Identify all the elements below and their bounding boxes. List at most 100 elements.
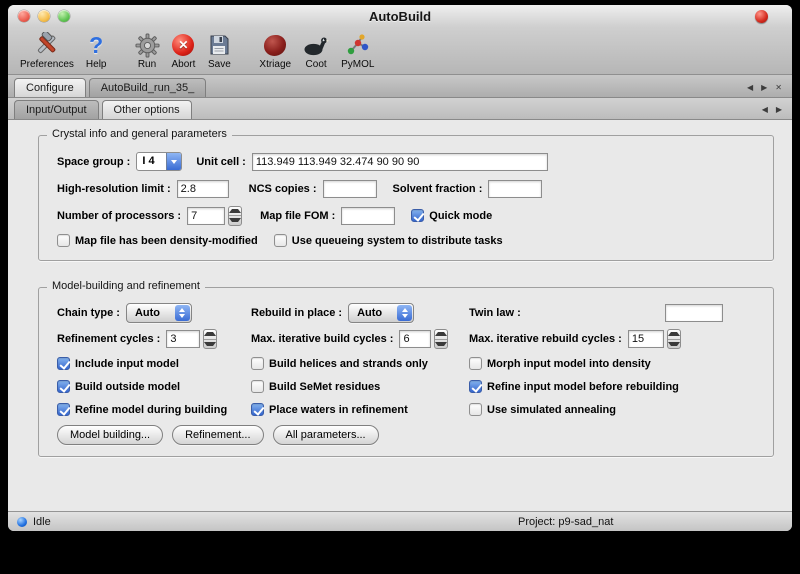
refinement-button[interactable]: Refinement...: [172, 425, 263, 445]
semet-check-row[interactable]: Build SeMet residues: [251, 380, 469, 393]
model-building-button[interactable]: Model building...: [57, 425, 163, 445]
stepper-up-icon[interactable]: [435, 330, 447, 340]
stepper-up-icon[interactable]: [668, 330, 680, 340]
toolbar: Preferences ? Help Run: [8, 27, 792, 75]
processors-stepper[interactable]: [228, 206, 242, 226]
stepper-down-icon[interactable]: [204, 340, 216, 349]
stepper-down-icon[interactable]: [668, 340, 680, 349]
build-cycles-input[interactable]: [399, 330, 431, 348]
chain-type-value: Auto: [135, 307, 160, 319]
rebuild-cycles-stepper[interactable]: [667, 329, 681, 349]
refinement-cycles-input[interactable]: [166, 330, 200, 348]
subtab-scroll-left-icon[interactable]: ◀: [762, 105, 768, 115]
morph-input-check-row[interactable]: Morph input model into density: [469, 357, 761, 370]
toolbar-button-save[interactable]: Save: [201, 28, 237, 72]
titlebar-alert-icon[interactable]: [755, 10, 768, 23]
toolbar-button-help[interactable]: ? Help: [80, 28, 113, 72]
rebuild-cycles-cell: Max. iterative rebuild cycles :: [469, 329, 761, 349]
window-title: AutoBuild: [8, 9, 792, 24]
tab-configure[interactable]: Configure: [14, 78, 86, 97]
subtab-scroll-right-icon[interactable]: ▶: [776, 105, 782, 115]
twin-law-input[interactable]: [665, 304, 723, 322]
semet-label: Build SeMet residues: [269, 381, 380, 393]
map-fom-label: Map file FOM :: [260, 210, 335, 222]
rebuild-cycles-input[interactable]: [628, 330, 664, 348]
status-bar: Idle Project: p9-sad_nat: [8, 511, 792, 531]
place-waters-check-row[interactable]: Place waters in refinement: [251, 403, 469, 416]
rebuild-cycles-label: Max. iterative rebuild cycles :: [469, 333, 622, 345]
toolbar-button-pymol[interactable]: PyMOL: [335, 28, 380, 72]
popup-arrows-icon: [175, 305, 190, 321]
toolbar-button-abort[interactable]: ✕ Abort: [166, 28, 202, 72]
density-modified-checkbox[interactable]: [57, 234, 70, 247]
place-waters-label: Place waters in refinement: [269, 404, 408, 416]
place-waters-checkbox[interactable]: [251, 403, 264, 416]
build-cycles-stepper[interactable]: [434, 329, 448, 349]
high-res-input[interactable]: [177, 180, 229, 198]
simulated-annealing-checkbox[interactable]: [469, 403, 482, 416]
toolbar-button-xtriage[interactable]: Xtriage: [253, 28, 297, 72]
refine-during-checkbox[interactable]: [57, 403, 70, 416]
solvent-fraction-input[interactable]: [488, 180, 542, 198]
refine-before-checkbox[interactable]: [469, 380, 482, 393]
quick-mode-checkbox[interactable]: [411, 209, 424, 222]
refinement-cycles-stepper[interactable]: [203, 329, 217, 349]
quick-mode-check-row[interactable]: Quick mode: [411, 209, 492, 222]
stepper-down-icon[interactable]: [435, 340, 447, 349]
map-fom-input[interactable]: [341, 207, 395, 225]
build-helices-checkbox[interactable]: [251, 357, 264, 370]
toolbar-button-coot[interactable]: Coot: [297, 28, 335, 72]
run-gear-icon: [135, 31, 160, 59]
refinement-cycles-cell: Refinement cycles :: [57, 329, 251, 349]
zoom-button[interactable]: [58, 10, 70, 22]
ncs-copies-input[interactable]: [323, 180, 377, 198]
space-group-combobox[interactable]: I 4: [136, 152, 182, 171]
tab-other-options[interactable]: Other options: [102, 100, 192, 119]
tab-autobuild-run[interactable]: AutoBuild_run_35_: [89, 78, 207, 97]
help-icon: ?: [89, 31, 103, 59]
include-input-model-check-row[interactable]: Include input model: [57, 357, 251, 370]
queueing-check-row[interactable]: Use queueing system to distribute tasks: [274, 234, 503, 247]
unit-cell-input[interactable]: [252, 153, 548, 171]
refine-before-label: Refine input model before rebuilding: [487, 381, 679, 393]
build-outside-checkbox[interactable]: [57, 380, 70, 393]
tab-scroll-right-icon[interactable]: ▶: [761, 83, 767, 93]
twin-law-cell: Twin law :: [469, 304, 761, 322]
rebuild-in-place-label: Rebuild in place :: [251, 307, 342, 319]
queueing-checkbox[interactable]: [274, 234, 287, 247]
title-bar[interactable]: AutoBuild: [8, 5, 792, 27]
tab-close-icon[interactable]: ✕: [775, 83, 782, 93]
build-cycles-label: Max. iterative build cycles :: [251, 333, 393, 345]
space-group-dropdown-icon[interactable]: [166, 153, 181, 170]
simulated-annealing-check-row[interactable]: Use simulated annealing: [469, 403, 761, 416]
processors-input[interactable]: [187, 207, 225, 225]
semet-checkbox[interactable]: [251, 380, 264, 393]
refine-before-check-row[interactable]: Refine input model before rebuilding: [469, 380, 761, 393]
build-helices-check-row[interactable]: Build helices and strands only: [251, 357, 469, 370]
toolbar-label: Help: [86, 59, 107, 71]
toolbar-label: Run: [138, 59, 156, 71]
include-input-model-checkbox[interactable]: [57, 357, 70, 370]
morph-input-checkbox[interactable]: [469, 357, 482, 370]
chain-type-popup[interactable]: Auto: [126, 303, 192, 323]
close-button[interactable]: [18, 10, 30, 22]
stepper-up-icon[interactable]: [229, 207, 241, 217]
stepper-down-icon[interactable]: [229, 216, 241, 225]
queueing-label: Use queueing system to distribute tasks: [292, 235, 503, 247]
tab-scroll-left-icon[interactable]: ◀: [747, 83, 753, 93]
toolbar-button-run[interactable]: Run: [129, 28, 166, 72]
quick-mode-label: Quick mode: [429, 210, 492, 222]
density-modified-check-row[interactable]: Map file has been density-modified: [57, 234, 258, 247]
minimize-button[interactable]: [38, 10, 50, 22]
refine-during-label: Refine model during building: [75, 404, 227, 416]
refine-during-check-row[interactable]: Refine model during building: [57, 403, 251, 416]
toolbar-button-preferences[interactable]: Preferences: [14, 28, 80, 72]
toolbar-label: Coot: [306, 59, 327, 71]
space-group-label: Space group :: [57, 156, 130, 168]
tab-input-output[interactable]: Input/Output: [14, 100, 99, 119]
stepper-up-icon[interactable]: [204, 330, 216, 340]
options-panel: Crystal info and general parameters Spac…: [8, 121, 792, 511]
all-parameters-button[interactable]: All parameters...: [273, 425, 379, 445]
rebuild-in-place-popup[interactable]: Auto: [348, 303, 414, 323]
build-outside-check-row[interactable]: Build outside model: [57, 380, 251, 393]
